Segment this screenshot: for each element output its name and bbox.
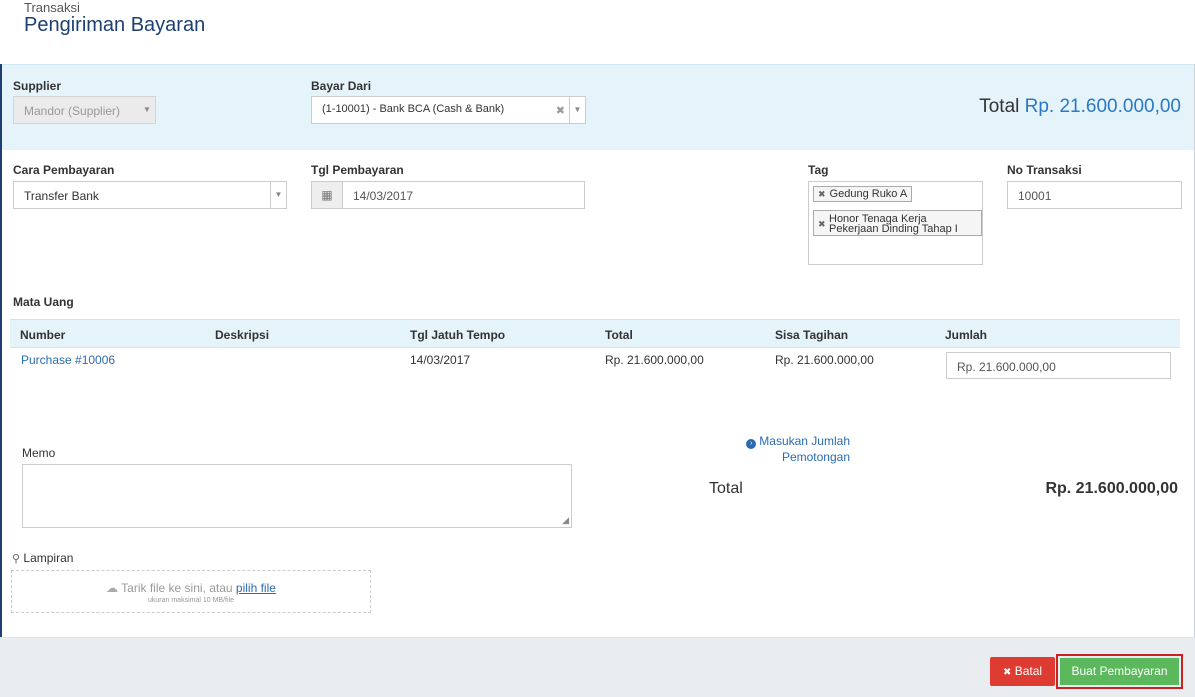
attachment-label: Lampiran bbox=[23, 551, 74, 565]
submit-payment-button[interactable]: Buat Pembayaran bbox=[1060, 658, 1179, 685]
col-number: Number bbox=[20, 328, 66, 342]
tag-chip[interactable]: ✖ Honor Tenaga Kerja Pekerjaan Dinding T… bbox=[813, 210, 982, 236]
page-header: Transaksi Pengiriman Bayaran bbox=[0, 0, 1195, 64]
dropdown-arrow-icon[interactable]: ▼ bbox=[569, 97, 585, 123]
col-sisa: Sisa Tagihan bbox=[775, 328, 849, 342]
file-dropzone[interactable]: ☁ Tarik file ke sini, atau pilih file uk… bbox=[11, 570, 371, 613]
bayar-dari-select[interactable]: (1-10001) - Bank BCA (Cash & Bank) ✖ ▼ bbox=[311, 96, 586, 124]
tgl-pembayaran-value: 14/03/2017 bbox=[353, 189, 414, 203]
no-transaksi-input[interactable]: 10001 bbox=[1007, 181, 1182, 209]
jumlah-input[interactable]: Rp. 21.600.000,00 bbox=[946, 352, 1171, 379]
paperclip-icon: ⚲ bbox=[12, 553, 21, 565]
col-jumlah: Jumlah bbox=[945, 328, 988, 342]
cara-pembayaran-label: Cara Pembayaran bbox=[13, 163, 115, 177]
cara-pembayaran-value: Transfer Bank bbox=[24, 189, 99, 203]
dropzone-text: Tarik file ke sini, atau bbox=[121, 581, 233, 595]
supplier-value: Mandor (Supplier) bbox=[24, 104, 121, 118]
breadcrumb: Transaksi bbox=[24, 0, 80, 15]
summary-total-label: Total bbox=[709, 480, 743, 497]
dropdown-arrow-icon[interactable]: ▼ bbox=[270, 182, 286, 208]
dropdown-arrow-icon: ▼ bbox=[143, 105, 151, 114]
header-total: Total Rp. 21.600.000,00 bbox=[979, 96, 1181, 118]
memo-textarea[interactable]: ◢ bbox=[22, 464, 572, 528]
submit-button-highlight: Buat Pembayaran bbox=[1056, 654, 1183, 689]
row-sisa: Rp. 21.600.000,00 bbox=[775, 353, 874, 367]
cloud-upload-icon: ☁ bbox=[106, 581, 119, 595]
deduction-link[interactable]: › Masukan Jumlah Pemotongan bbox=[720, 433, 850, 465]
cancel-label: Batal bbox=[1014, 664, 1043, 678]
remove-tag-icon[interactable]: ✖ bbox=[818, 189, 826, 199]
row-due: 14/03/2017 bbox=[410, 353, 471, 367]
deduction-line2: Pemotongan bbox=[781, 450, 850, 464]
tag-label: Tag bbox=[808, 163, 829, 177]
tag-chip-label: Gedung Ruko A bbox=[829, 188, 908, 200]
tgl-pembayaran-input[interactable]: 14/03/2017 bbox=[342, 181, 585, 209]
resize-grip-icon[interactable]: ◢ bbox=[562, 515, 569, 526]
col-total: Total bbox=[605, 328, 633, 342]
attachment-label-wrap: ⚲ Lampiran bbox=[12, 551, 73, 565]
cara-pembayaran-select[interactable]: Transfer Bank ▼ bbox=[13, 181, 287, 209]
supplier-label: Supplier bbox=[13, 79, 62, 93]
pick-file-link[interactable]: pilih file bbox=[236, 581, 276, 595]
no-transaksi-value: 10001 bbox=[1018, 189, 1052, 203]
tag-chip[interactable]: ✖ Gedung Ruko A bbox=[813, 186, 913, 202]
summary-total-value: Rp. 21.600.000,00 bbox=[1045, 480, 1178, 497]
row-total: Rp. 21.600.000,00 bbox=[605, 353, 704, 367]
page-title: Pengiriman Bayaran bbox=[24, 14, 206, 36]
tgl-pembayaran-label: Tgl Pembayaran bbox=[311, 163, 404, 177]
close-icon: ✖ bbox=[1002, 667, 1012, 678]
tag-chip-label: Pekerjaan Dinding Tahap I bbox=[829, 223, 958, 235]
no-transaksi-label: No Transaksi bbox=[1007, 163, 1082, 177]
bayar-dari-value: (1-10001) - Bank BCA (Cash & Bank) bbox=[322, 103, 505, 115]
col-deskripsi: Deskripsi bbox=[215, 328, 270, 342]
dropzone-size-hint: ukuran maksimal 10 MB/file bbox=[148, 597, 234, 604]
header-total-label: Total bbox=[979, 96, 1020, 117]
col-due: Tgl Jatuh Tempo bbox=[410, 328, 506, 342]
memo-label: Memo bbox=[22, 446, 56, 460]
header-total-amount: Rp. 21.600.000,00 bbox=[1024, 96, 1181, 117]
tag-multiselect[interactable]: ✖ Gedung Ruko A ✖ Honor Tenaga Kerja Peke… bbox=[808, 181, 983, 265]
deduction-line1: Masukan Jumlah bbox=[759, 434, 850, 448]
clear-icon[interactable]: ✖ bbox=[556, 104, 565, 117]
chevron-right-icon: › bbox=[746, 439, 757, 449]
bayar-dari-label: Bayar Dari bbox=[311, 79, 372, 93]
purchase-link[interactable]: Purchase #10006 bbox=[21, 353, 115, 367]
cancel-button[interactable]: ✖ Batal bbox=[990, 657, 1055, 686]
calendar-icon[interactable]: ▦ bbox=[311, 181, 343, 209]
mata-uang-label: Mata Uang bbox=[13, 295, 74, 309]
table-header: Number Deskripsi Tgl Jatuh Tempo Total S… bbox=[10, 319, 1180, 348]
jumlah-value: Rp. 21.600.000,00 bbox=[957, 360, 1056, 374]
remove-tag-icon[interactable]: ✖ bbox=[818, 219, 826, 229]
supplier-select: Mandor (Supplier) ▼ bbox=[13, 96, 156, 124]
